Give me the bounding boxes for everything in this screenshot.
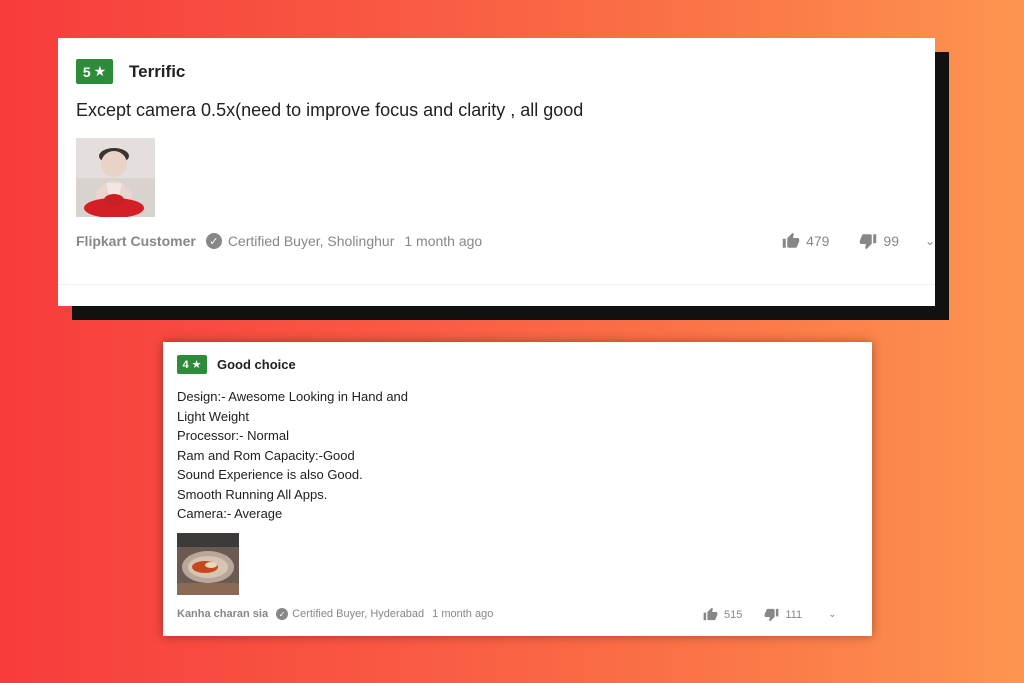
like-count: 479 (806, 233, 830, 249)
chevron-down-icon[interactable]: ⌄ (828, 609, 836, 620)
review-title: Terrific (129, 61, 186, 81)
review-photo[interactable] (177, 533, 239, 595)
review-date: 1 month ago (404, 233, 483, 249)
reviewer-name: Kanha charan sia (177, 608, 269, 620)
review-line: Smooth Running All Apps. (177, 486, 328, 502)
review-line: Processor:- Normal (177, 428, 289, 443)
certified-buyer-label: Certified Buyer, Sholinghur (227, 233, 395, 249)
divider (58, 284, 935, 285)
dislike-count: 99 (883, 233, 899, 249)
verified-check-icon: ✓ (205, 233, 222, 249)
dislike-button[interactable]: 99 (859, 232, 899, 250)
review-title: Good choice (217, 357, 296, 372)
star-icon: ★ (191, 359, 202, 371)
rating-value: 4 (182, 358, 189, 371)
review-line: Design:- Awesome Looking in Hand and (177, 389, 409, 404)
thumbs-up-icon (703, 607, 718, 621)
review-meta: Kanha charan sia ✓ Certified Buyer, Hyde… (177, 608, 493, 620)
like-button[interactable]: 479 (782, 232, 829, 250)
thumbs-down-icon (764, 608, 779, 622)
rating-value: 5 (82, 63, 91, 80)
review-card: 4 ★ Good choice Design:- Awesome Looking… (163, 342, 872, 636)
review-card: 5 ★ Terrific Except camera 0.5x(need to … (58, 38, 935, 306)
reviewer-name: Flipkart Customer (76, 233, 196, 249)
star-icon: ★ (93, 63, 107, 79)
rating-badge: 4 ★ (177, 355, 207, 374)
review-meta: Flipkart Customer ✓ Certified Buyer, Sho… (76, 233, 482, 249)
review-text: Except camera 0.5x(need to improve focus… (76, 100, 584, 120)
certified-buyer-label: Certified Buyer, Hyderabad (292, 608, 425, 620)
like-button[interactable]: 515 (703, 607, 742, 622)
chevron-down-icon[interactable]: ⌄ (925, 234, 935, 248)
review-votes: 515 111 ⌄ (703, 607, 836, 622)
review-votes: 479 99 ⌄ (782, 232, 935, 250)
rating-badge: 5 ★ (76, 59, 113, 84)
dislike-count: 111 (785, 608, 803, 621)
review-line: Light Weight (177, 408, 250, 424)
dislike-button[interactable]: 111 (764, 607, 802, 622)
review-text: Design:- Awesome Looking in Hand and Lig… (177, 387, 408, 524)
review-line: Camera:- Average (177, 506, 283, 521)
review-line: Sound Experience is also Good. (177, 467, 363, 482)
like-count: 515 (724, 608, 743, 621)
review-header: 4 ★ Good choice (177, 355, 296, 374)
thumbs-up-icon (782, 232, 800, 248)
thumbs-down-icon (860, 234, 877, 250)
verified-check-icon: ✓ (276, 608, 289, 620)
review-line: Ram and Rom Capacity:-Good (177, 447, 355, 463)
review-header: 5 ★ Terrific (76, 59, 185, 84)
review-photo[interactable] (76, 138, 155, 218)
review-date: 1 month ago (432, 608, 494, 620)
